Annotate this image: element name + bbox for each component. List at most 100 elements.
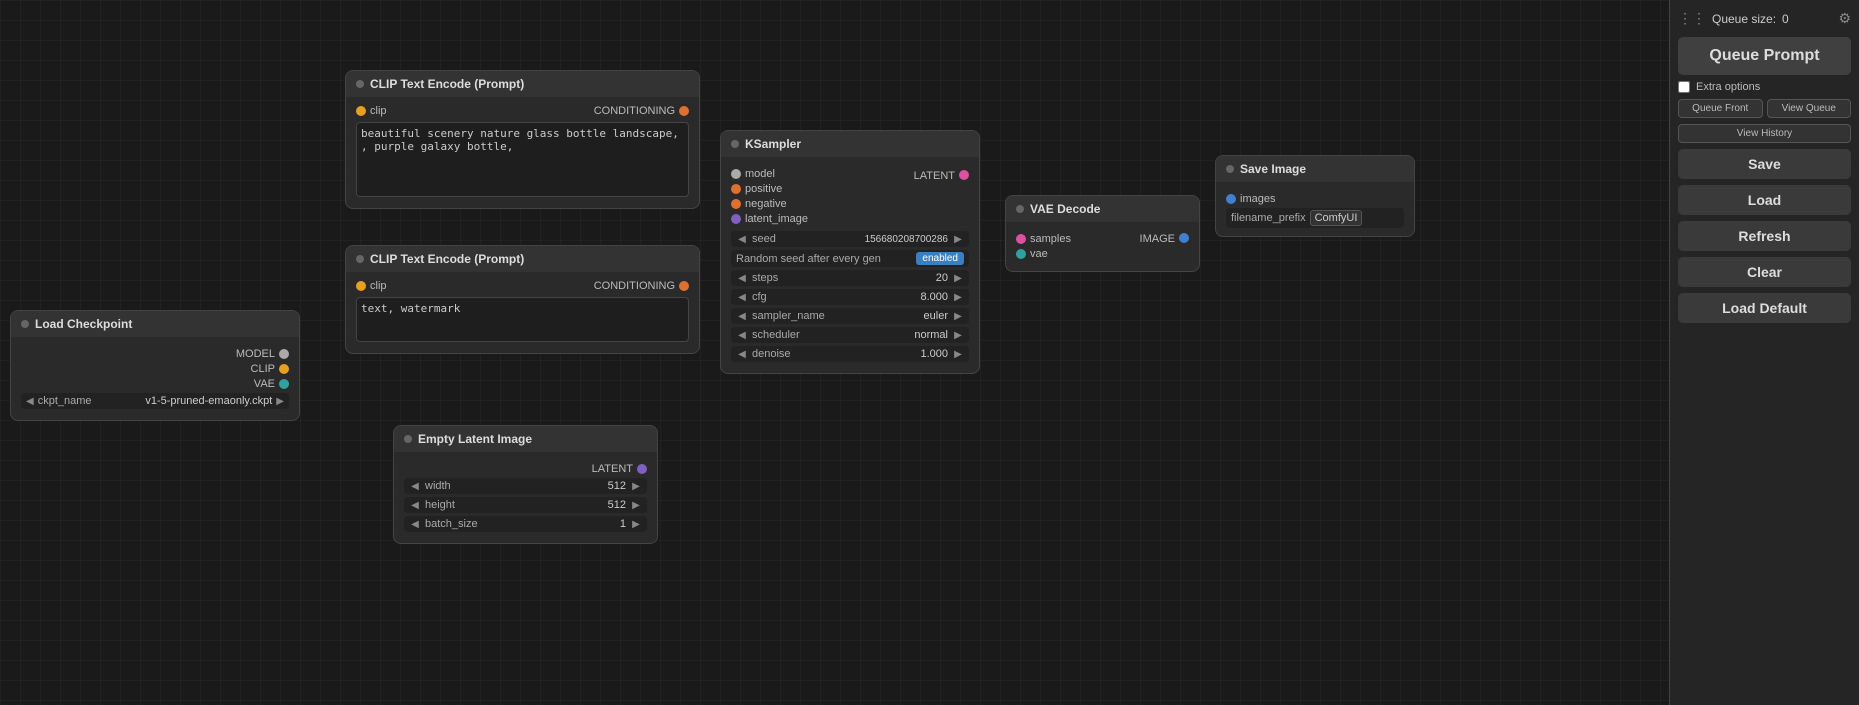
ckpt-value: v1-5-pruned-emaonly.ckpt [145,395,272,407]
batch-arrow-right[interactable]: ▶ [630,519,642,530]
sampler-arrow-left[interactable]: ◀ [736,311,748,322]
cfg-value: 8.000 [908,291,948,303]
clip1-input-label: clip [370,105,387,117]
save-filename-row: filename_prefix ComfyUI [1226,208,1404,228]
ksampler-latent-port[interactable] [731,214,741,224]
queue-prompt-button[interactable]: Queue Prompt [1678,37,1851,75]
gear-icon[interactable]: ⚙ [1838,10,1851,27]
denoise-arrow-right[interactable]: ▶ [952,349,964,360]
vae-vae-port[interactable] [1016,249,1026,259]
height-arrow-right[interactable]: ▶ [630,500,642,511]
ksampler-model-port[interactable] [731,169,741,179]
width-arrow-right[interactable]: ▶ [630,481,642,492]
clip2-output-label: CONDITIONING [594,280,675,292]
clip1-input-row: clip [356,105,387,117]
random-seed-toggle[interactable]: enabled [916,252,964,265]
queue-front-button[interactable]: Queue Front [1678,99,1763,118]
cfg-arrow-left[interactable]: ◀ [736,292,748,303]
clip2-output-port[interactable] [679,281,689,291]
clear-button[interactable]: Clear [1678,257,1851,287]
vae-output-port[interactable] [1179,233,1189,243]
clip1-output-port[interactable] [679,106,689,116]
ksampler-output-port[interactable] [959,170,969,180]
denoise-arrow-left[interactable]: ◀ [736,349,748,360]
sampler-arrow-right[interactable]: ▶ [952,311,964,322]
vae-samples-label: samples [1030,233,1071,245]
width-slider-row[interactable]: ◀ width 512 ▶ [404,478,647,494]
ksampler-node: KSampler model positive negative la [720,130,980,374]
model-output-label: MODEL [21,348,275,360]
vae-samples-port[interactable] [1016,234,1026,244]
filename-prefix-value[interactable]: ComfyUI [1310,210,1363,226]
seed-row[interactable]: ◀ seed 156680208700286 ▶ [731,231,969,247]
height-arrow-left[interactable]: ◀ [409,500,421,511]
latent-output-port[interactable] [637,464,647,474]
save-button[interactable]: Save [1678,149,1851,179]
ksampler-positive-port[interactable] [731,184,741,194]
height-slider-row[interactable]: ◀ height 512 ▶ [404,497,647,513]
extra-options-label: Extra options [1696,81,1760,93]
vae-decode-title: VAE Decode [1030,202,1100,216]
sampler-name-label: sampler_name [752,310,904,322]
seed-arrow-left[interactable]: ◀ [736,234,748,245]
ckpt-arrow-left[interactable]: ◀ [26,396,34,407]
clip-encode-1-title: CLIP Text Encode (Prompt) [370,77,524,91]
vae-decode-body: samples vae IMAGE [1006,222,1199,271]
extra-options-checkbox[interactable] [1678,81,1690,93]
load-default-button[interactable]: Load Default [1678,293,1851,323]
ksampler-dot [731,140,739,148]
queue-size-value: 0 [1782,12,1789,26]
clip1-text-input[interactable] [356,122,689,197]
steps-arrow-left[interactable]: ◀ [736,273,748,284]
empty-latent-title: Empty Latent Image [418,432,532,446]
batch-label: batch_size [425,518,582,530]
sidebar-header: ⋮⋮ Queue size: 0 ⚙ [1678,10,1851,27]
extra-options-row: Extra options [1678,81,1851,93]
scheduler-label: scheduler [752,329,904,341]
steps-arrow-right[interactable]: ▶ [952,273,964,284]
ksampler-negative-port[interactable] [731,199,741,209]
clip-output-row: CLIP [21,363,289,375]
load-checkpoint-title: Load Checkpoint [35,317,132,331]
seed-value: 156680208700286 [858,234,948,245]
view-history-button[interactable]: View History [1678,124,1851,143]
view-queue-button[interactable]: View Queue [1767,99,1852,118]
denoise-row[interactable]: ◀ denoise 1.000 ▶ [731,346,969,362]
scheduler-arrow-right[interactable]: ▶ [952,330,964,341]
load-checkpoint-node: Load Checkpoint MODEL CLIP VAE ◀ ckpt_na… [10,310,300,421]
scheduler-arrow-left[interactable]: ◀ [736,330,748,341]
model-output-port[interactable] [279,349,289,359]
width-arrow-left[interactable]: ◀ [409,481,421,492]
batch-slider-row[interactable]: ◀ batch_size 1 ▶ [404,516,647,532]
vae-decode-node: VAE Decode samples vae IMAGE [1005,195,1200,272]
clip1-input-port[interactable] [356,106,366,116]
random-seed-row[interactable]: Random seed after every gen enabled [731,250,969,267]
ksampler-model-row: model [731,168,808,180]
empty-latent-header: Empty Latent Image [394,426,657,452]
load-checkpoint-dot [21,320,29,328]
save-images-port[interactable] [1226,194,1236,204]
filename-prefix-label: filename_prefix [1231,212,1306,224]
clip2-text-input[interactable] [356,297,689,342]
vae-output-port[interactable] [279,379,289,389]
cfg-arrow-right[interactable]: ▶ [952,292,964,303]
clip-output-port[interactable] [279,364,289,374]
ckpt-name-row[interactable]: ◀ ckpt_name v1-5-pruned-emaonly.ckpt ▶ [21,393,289,409]
clip-text-encode-2-node: CLIP Text Encode (Prompt) clip CONDITION… [345,245,700,354]
queue-size-label: Queue size: [1712,12,1776,26]
clip2-output-row: CONDITIONING [594,280,689,292]
sampler-name-row[interactable]: ◀ sampler_name euler ▶ [731,308,969,324]
clip1-output-label: CONDITIONING [594,105,675,117]
batch-arrow-left[interactable]: ◀ [409,519,421,530]
denoise-label: denoise [752,348,904,360]
ckpt-arrow-right[interactable]: ▶ [276,396,284,407]
width-value: 512 [586,480,626,492]
scheduler-row[interactable]: ◀ scheduler normal ▶ [731,327,969,343]
steps-row[interactable]: ◀ steps 20 ▶ [731,270,969,286]
seed-arrow-right[interactable]: ▶ [952,234,964,245]
cfg-row[interactable]: ◀ cfg 8.000 ▶ [731,289,969,305]
load-button[interactable]: Load [1678,185,1851,215]
clip2-input-port[interactable] [356,281,366,291]
refresh-button[interactable]: Refresh [1678,221,1851,251]
steps-label: steps [752,272,904,284]
